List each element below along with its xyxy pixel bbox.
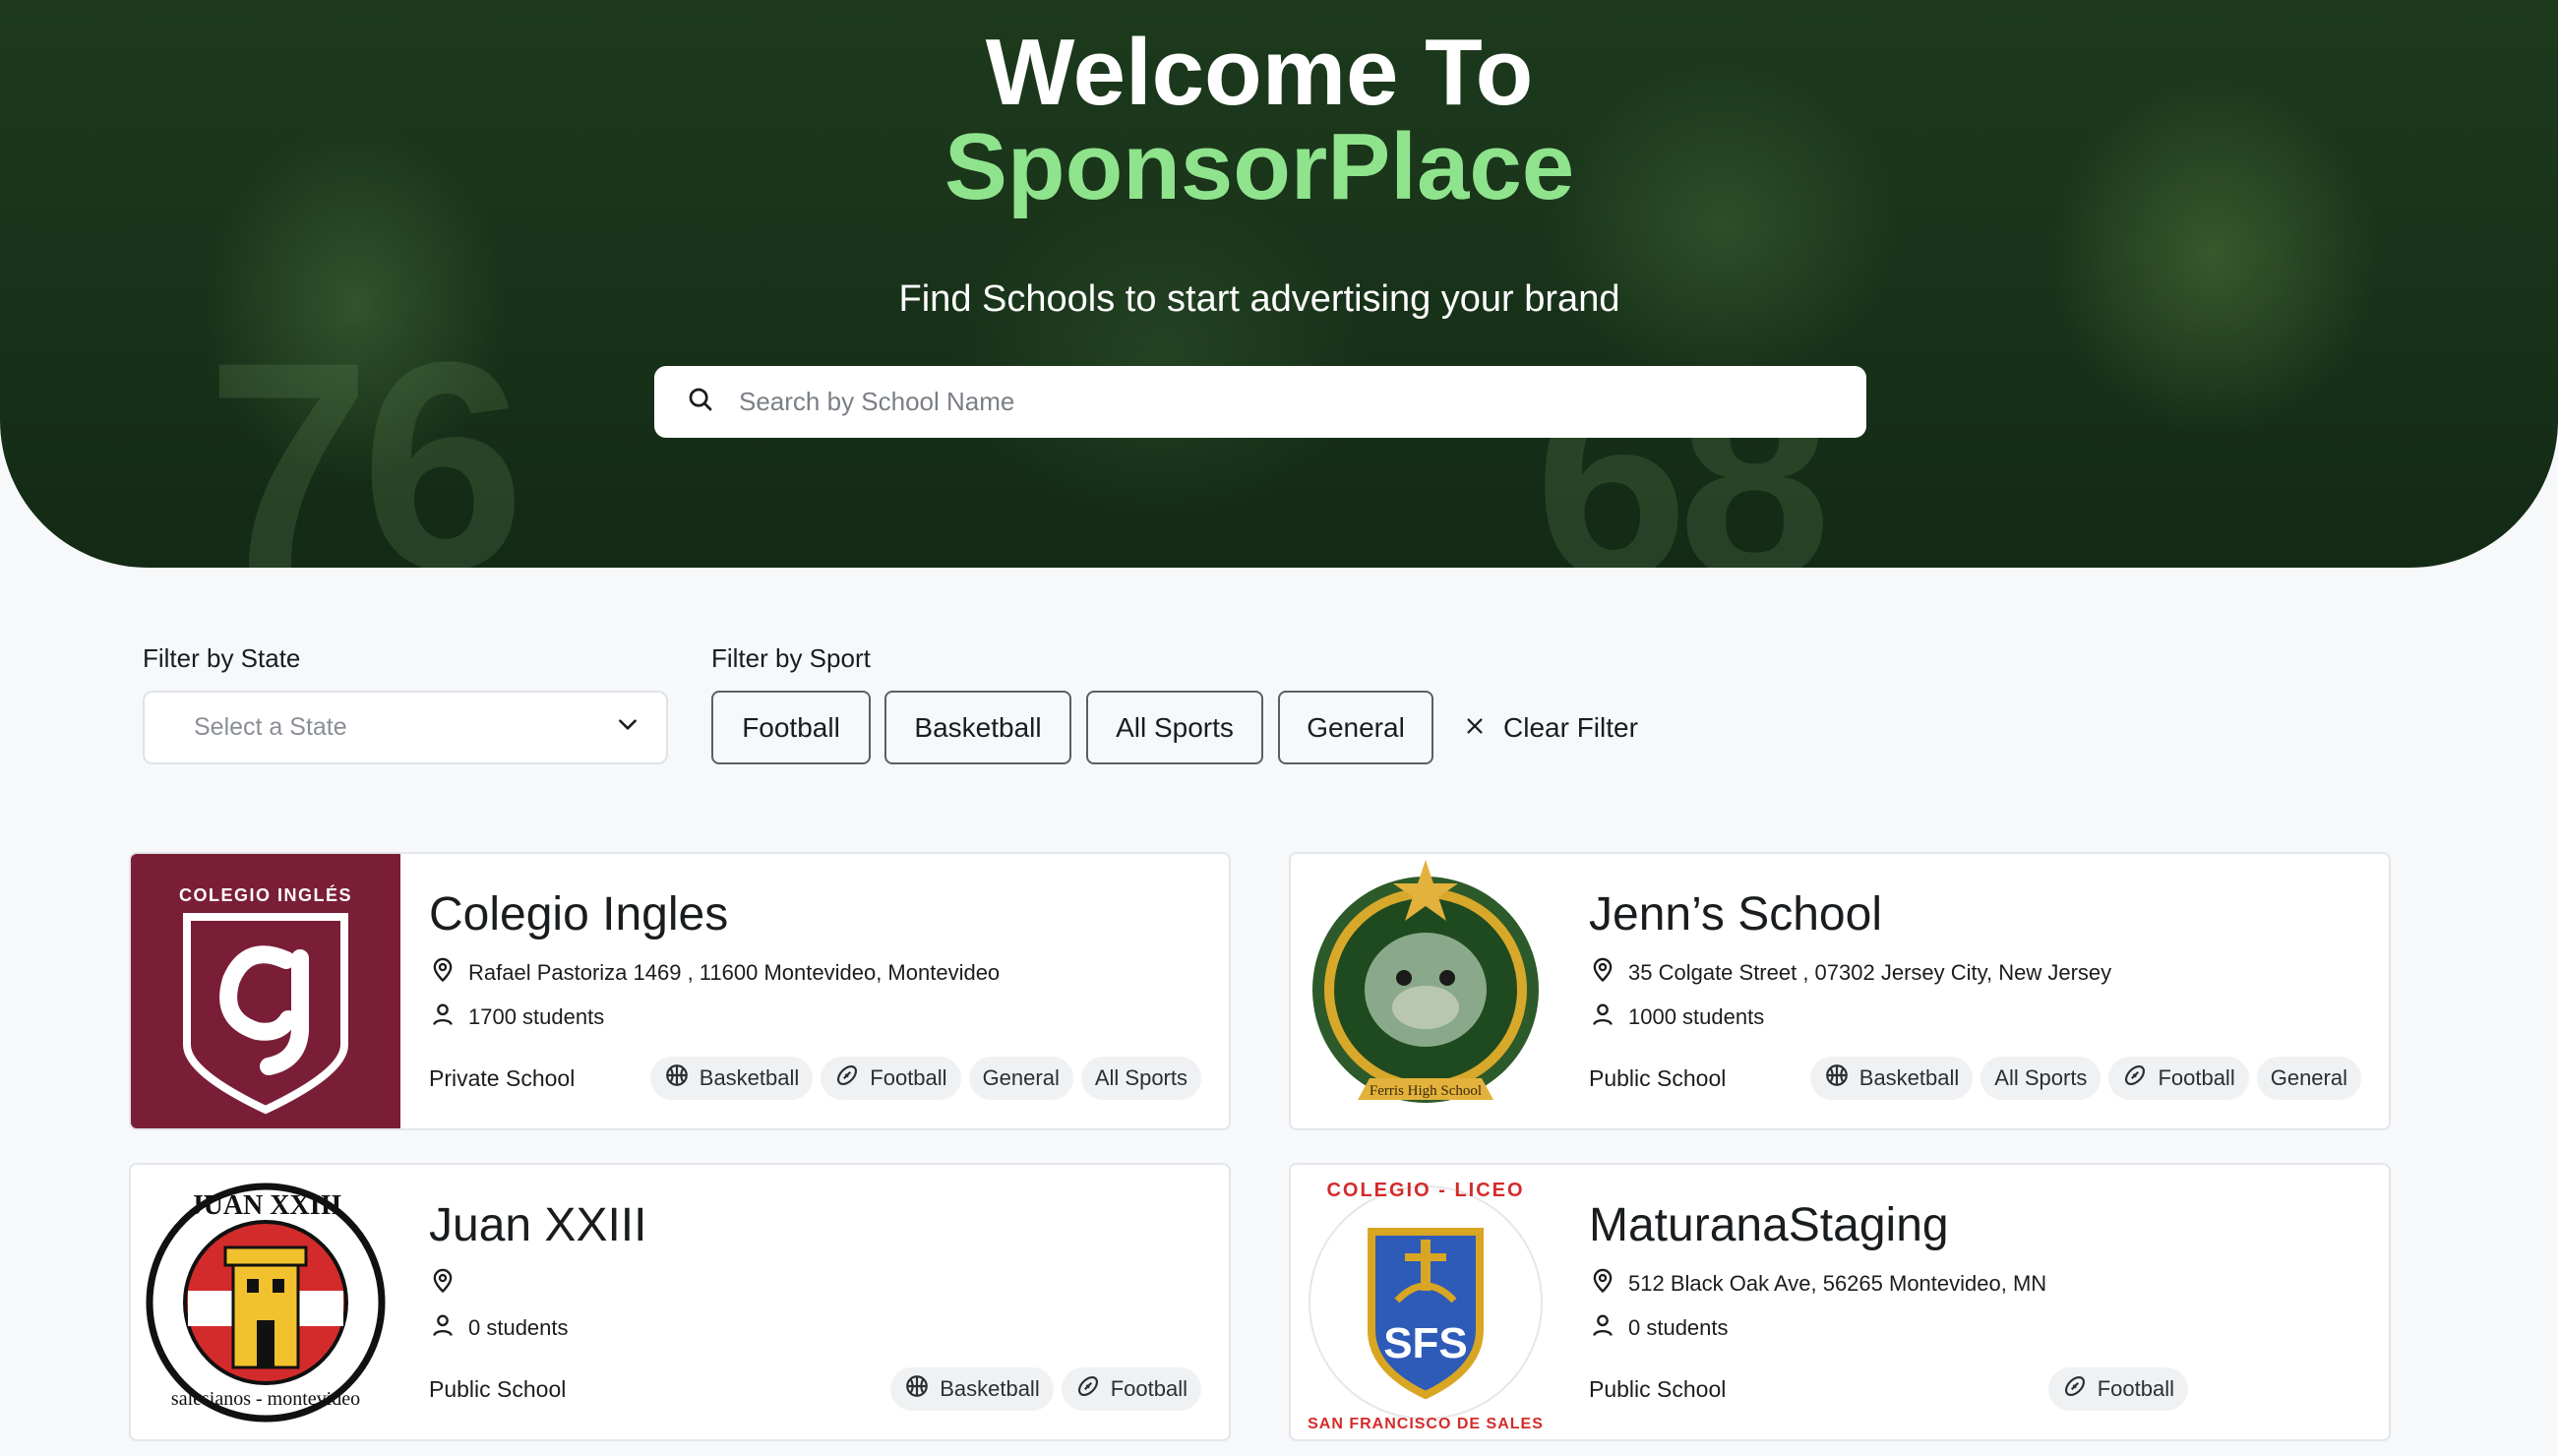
sport-tags: Basketball Football General All Sports — [649, 1057, 1201, 1100]
location-pin-icon — [429, 1267, 468, 1301]
school-students: 0 students — [1589, 1311, 1729, 1345]
school-card[interactable]: JUAN XXIII salesianos - montevideo Juan … — [129, 1163, 1231, 1441]
hero-banner: 76 68 Welcome To SponsorPlace Find Schoo… — [0, 0, 2558, 568]
school-logo: Ferris High School — [1291, 854, 1560, 1128]
sport-tag-football: Football — [2108, 1057, 2249, 1100]
basketball-icon — [1824, 1062, 1859, 1094]
state-filter-label: Filter by State — [143, 643, 301, 673]
school-address — [429, 1267, 468, 1301]
school-logo-text: Ferris High School — [1370, 1083, 1482, 1099]
sport-tag-basketball: Basketball — [1809, 1057, 1974, 1100]
school-type: Private School — [429, 1065, 576, 1091]
school-address: Rafael Pastoriza 1469 , 11600 Montevideo… — [429, 956, 1000, 990]
location-pin-icon — [429, 956, 468, 990]
football-icon — [2122, 1062, 2158, 1094]
sport-tag-basketball: Basketball — [890, 1367, 1054, 1411]
school-card[interactable]: SFS COLEGIO - LICEO SAN FRANCISCO DE SAL… — [1289, 1163, 2391, 1441]
sport-tag-all-sports: All Sports — [1080, 1057, 1201, 1100]
hero-background-image-2: 68 — [1535, 329, 1831, 568]
football-icon — [834, 1062, 870, 1094]
sport-tag-all-sports: All Sports — [1980, 1057, 2101, 1100]
search-bar[interactable] — [654, 366, 1866, 438]
sport-filter-football[interactable]: Football — [711, 691, 871, 764]
close-icon — [1464, 712, 1503, 744]
sport-filter-general[interactable]: General — [1278, 691, 1433, 764]
hero-background-image: 76 — [207, 300, 525, 568]
sport-tag-basketball: Basketball — [649, 1057, 814, 1100]
sport-tag-football: Football — [2047, 1367, 2188, 1411]
school-logo-text: JUAN XXIII — [190, 1190, 342, 1221]
football-icon — [2062, 1373, 2098, 1405]
school-address-text: 512 Black Oak Ave, 56265 Montevideo, MN — [1628, 1271, 2047, 1296]
clear-filter-button[interactable]: Clear Filter — [1464, 691, 1638, 764]
sport-tag-football: Football — [1061, 1367, 1201, 1411]
school-address-text: 35 Colgate Street , 07302 Jersey City, N… — [1628, 960, 2112, 985]
school-students-text: 0 students — [1628, 1315, 1729, 1340]
school-students: 0 students — [429, 1311, 569, 1345]
location-pin-icon — [1589, 1267, 1628, 1301]
hero-title: Welcome To — [985, 20, 1534, 125]
school-students: 1700 students — [429, 1001, 604, 1034]
school-logo: JUAN XXIII salesianos - montevideo — [131, 1165, 400, 1439]
school-logo-text: COLEGIO INGLÉS — [179, 884, 352, 905]
hero-subtitle: Find Schools to start advertising your b… — [898, 278, 1620, 320]
school-address-text: Rafael Pastoriza 1469 , 11600 Montevideo… — [468, 960, 1001, 985]
hero-brand-name: SponsorPlace — [944, 114, 1575, 219]
state-select[interactable]: Select a State — [143, 691, 668, 764]
sport-tags: Basketball Football — [890, 1367, 1201, 1411]
school-logo-subtext: salesianos - montevideo — [171, 1388, 360, 1410]
school-card[interactable]: COLEGIO INGLÉS Colegio Ingles Rafael Pas… — [129, 852, 1231, 1130]
sport-tag-general: General — [2256, 1057, 2361, 1100]
school-name: Colegio Ingles — [429, 888, 729, 940]
search-icon — [686, 385, 715, 419]
person-icon — [429, 1001, 468, 1034]
school-logo-text: COLEGIO - LICEO — [1326, 1180, 1524, 1201]
sport-filter-basketball[interactable]: Basketball — [884, 691, 1071, 764]
school-students-text: 1700 students — [468, 1004, 605, 1029]
school-type: Public School — [429, 1376, 567, 1402]
person-icon — [1589, 1311, 1628, 1345]
school-address: 512 Black Oak Ave, 56265 Montevideo, MN — [1589, 1267, 2046, 1301]
svg-text:SFS: SFS — [1383, 1319, 1468, 1367]
school-name: MaturanaStaging — [1589, 1199, 1949, 1251]
search-input[interactable] — [739, 372, 1821, 432]
clear-filter-label: Clear Filter — [1503, 711, 1638, 743]
sport-tags: Basketball All Sports Football General — [1809, 1057, 2361, 1100]
chevron-down-icon — [615, 711, 640, 744]
person-icon — [429, 1311, 468, 1345]
sport-tag-football: Football — [821, 1057, 961, 1100]
school-students-text: 0 students — [468, 1315, 569, 1340]
football-icon — [1075, 1373, 1111, 1405]
basketball-icon — [904, 1373, 940, 1405]
school-logo: COLEGIO INGLÉS — [131, 854, 400, 1128]
basketball-icon — [664, 1062, 700, 1094]
school-address: 35 Colgate Street , 07302 Jersey City, N… — [1589, 956, 2111, 990]
school-card[interactable]: Ferris High School Jenn’s School 35 Colg… — [1289, 852, 2391, 1130]
person-icon — [1589, 1001, 1628, 1034]
school-type: Public School — [1589, 1065, 1727, 1091]
school-name: Jenn’s School — [1589, 888, 1882, 940]
state-select-value: Select a State — [194, 713, 347, 741]
school-type: Public School — [1589, 1376, 1727, 1402]
sport-tags: Football — [2047, 1367, 2188, 1411]
school-logo-subtext: SAN FRANCISCO DE SALES — [1308, 1416, 1544, 1432]
sport-filter-label: Filter by Sport — [711, 643, 871, 673]
sport-tag-general: General — [968, 1057, 1073, 1100]
school-students-text: 1000 students — [1628, 1004, 1765, 1029]
school-name: Juan XXIII — [429, 1199, 647, 1251]
location-pin-icon — [1589, 956, 1628, 990]
school-logo: SFS COLEGIO - LICEO SAN FRANCISCO DE SAL… — [1291, 1165, 1560, 1439]
sport-filter-all-sports[interactable]: All Sports — [1086, 691, 1263, 764]
school-students: 1000 students — [1589, 1001, 1764, 1034]
